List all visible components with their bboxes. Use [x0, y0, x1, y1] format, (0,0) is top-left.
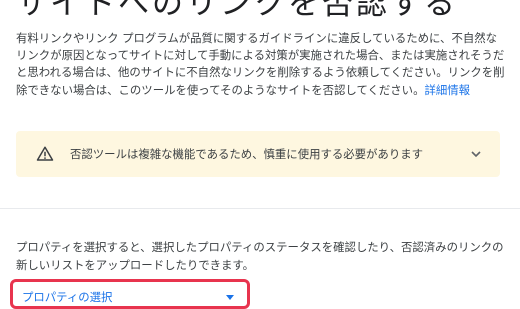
page-description: 有料リンクやリンク プログラムが品質に関するガイドラインに違反しているために、不… — [16, 30, 508, 99]
warning-banner[interactable]: 否認ツールは複雑な機能であるため、慎重に使用する必要があります — [16, 131, 500, 177]
warning-text: 否認ツールは複雑な機能であるため、慎重に使用する必要があります — [70, 147, 423, 161]
dropdown-caret-icon — [226, 294, 234, 300]
warning-triangle-icon — [36, 145, 54, 163]
learn-more-link[interactable]: 詳細情報 — [424, 83, 470, 97]
property-select-dropdown[interactable]: プロパティの選択 — [22, 289, 242, 305]
property-description: プロパティを選択すると、選択したプロパティのステータスを確認したり、否認済みのリ… — [16, 240, 504, 272]
property-select-label: プロパティの選択 — [22, 290, 113, 304]
chevron-down-icon[interactable] — [470, 148, 482, 160]
section-divider — [0, 208, 520, 209]
page-title: サイトへのリンクを否認する — [16, 0, 458, 22]
